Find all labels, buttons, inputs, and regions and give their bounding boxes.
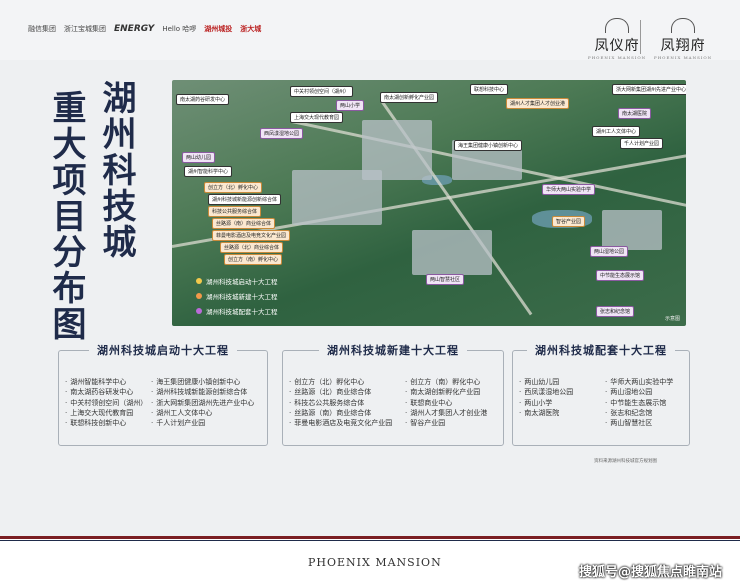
map-label: 丝路源（北）商业综合体 <box>220 242 284 253</box>
urban-area <box>412 230 492 275</box>
brand-divider <box>640 20 641 54</box>
map-label: 中关村领创空间（湖州） <box>290 86 354 97</box>
brand-logo-fengyi: 凤仪府 PHOENIX MANSION <box>588 18 646 60</box>
legend-dot-icon <box>196 308 202 314</box>
map-label: 联想科技中心 <box>470 84 509 95</box>
legend-item: 湖州科技城新建十大工程 <box>196 291 278 301</box>
list-item: 科技芯公共服务综合体 <box>289 398 392 408</box>
list-item: 丝路源（南）商业综合体 <box>289 408 392 418</box>
list-item: 海王集团健康小镇创新中心 <box>151 377 254 387</box>
list-item: 中节能生态展示馆 <box>605 398 673 408</box>
list-item: 两山幼儿园 <box>519 377 573 387</box>
watermark: 搜狐号@搜狐焦点睢南站 <box>578 565 722 580</box>
partner-logo: ENERGY <box>114 24 155 34</box>
legend-item: 湖州科技城配套十大工程 <box>196 306 278 316</box>
map-label: 两山小学 <box>336 100 365 111</box>
list-item: 创立方（南）孵化中心 <box>405 377 487 387</box>
partner-logo: 融信集团 <box>28 25 56 33</box>
map-label: 两山智慧社区 <box>426 274 465 285</box>
map-label: 华师大两山实验中学 <box>542 184 596 195</box>
map-label: 湖州科技城新能源创新综合体 <box>208 194 282 205</box>
list-item: 两山小学 <box>519 398 573 408</box>
list-column: 创立方（北）孵化中心 丝路源（北）商业综合体 科技芯公共服务综合体 丝路源（南）… <box>289 377 392 428</box>
list-item: 两山湿地公园 <box>605 387 673 397</box>
map-label: 千人计划产业园 <box>620 138 664 149</box>
list-column: 两山幼儿园 西凤漾湿地公园 两山小学 南太湖医院 <box>519 377 573 418</box>
list-item: 湖州工人文体中心 <box>151 408 254 418</box>
list-item: 智谷产业园 <box>405 418 487 428</box>
footer-divider <box>0 536 740 539</box>
list-item: 丝路源（北）商业综合体 <box>289 387 392 397</box>
map-label: 湖州智能科学中心 <box>184 166 233 177</box>
partner-logo: Hello 哈啰 <box>162 25 197 33</box>
map-label: 创立方（北）孵化中心 <box>204 182 263 193</box>
list-item: 湖州科技城新能源创新综合体 <box>151 387 254 397</box>
list-item: 联想科技创新中心 <box>65 418 147 428</box>
list-box-launch: 湖州科技城启动十大工程 湖州智能科学中心 南太湖药谷研发中心 中关村领创空间（湖… <box>58 342 268 446</box>
list-item: 南太湖医院 <box>519 408 573 418</box>
list-item: 千人计划产业园 <box>151 418 254 428</box>
map-legend: 湖州科技城启动十大工程 湖州科技城新建十大工程 湖州科技城配套十大工程 <box>196 276 278 321</box>
map-label: 中节能生态展示馆 <box>596 270 645 281</box>
brand-logo-fengxiang: 凤翔府 PHOENIX MANSION <box>654 18 712 60</box>
list-item: 中关村领创空间（湖州） <box>65 398 147 408</box>
footer-divider <box>0 540 740 541</box>
map-label: 科技公共服务综合体 <box>208 206 262 217</box>
map-label: 南太湖药谷研发中心 <box>176 94 230 105</box>
list-box-title: 湖州科技城启动十大工程 <box>89 342 237 358</box>
map-note: 示意图 <box>664 316 680 322</box>
list-box-title: 湖州科技城新建十大工程 <box>319 342 467 358</box>
map-label: 海王集团健康小镇创新中心 <box>454 140 523 151</box>
map-label: 浙大网新集团湖州先进产业中心 <box>612 84 686 95</box>
list-item: 湖州人才集团人才创业港 <box>405 408 487 418</box>
list-item: 湖州智能科学中心 <box>65 377 147 387</box>
list-column: 创立方（南）孵化中心 南太湖创新孵化产业园 联想商业中心 湖州人才集团人才创业港… <box>405 377 487 428</box>
map-label: 南太湖医院 <box>618 108 652 119</box>
list-box-support: 湖州科技城配套十大工程 两山幼儿园 西凤漾湿地公园 两山小学 南太湖医院 华师大… <box>512 342 690 446</box>
partner-logos: 融信集团 浙江宝城集团 ENERGY Hello 哈啰 湖州城投 浙大城 <box>28 24 261 34</box>
list-item: 菲曼电影酒店及电竞文化产业园 <box>289 418 392 428</box>
map-label: 创立方（南）孵化中心 <box>224 254 283 265</box>
map-label: 南太湖创新孵化产业园 <box>380 92 439 103</box>
title-line-2: 重大项目分布图 <box>46 90 87 342</box>
map-label: 丝路源（南）商业综合体 <box>212 218 276 229</box>
map-label: 湖州工人文体中心 <box>592 126 641 137</box>
list-column: 海王集团健康小镇创新中心 湖州科技城新能源创新综合体 浙大网新集团湖州先进产业中… <box>151 377 254 428</box>
map-label: 上海交大现代教育园 <box>290 112 344 123</box>
brand-mark-icon <box>605 18 630 33</box>
list-item: 两山智慧社区 <box>605 418 673 428</box>
partner-logo: 湖州城投 <box>204 25 233 33</box>
legend-dot-icon <box>196 278 202 284</box>
map-label: 两山幼儿园 <box>182 152 216 163</box>
list-box-title: 湖州科技城配套十大工程 <box>527 342 675 358</box>
source-footnote: 资料来源湖州科技城官方规划图 <box>594 459 657 464</box>
map-label: 两山湿地公园 <box>590 246 629 257</box>
list-item: 联想商业中心 <box>405 398 487 408</box>
list-item: 南太湖创新孵化产业园 <box>405 387 487 397</box>
list-column: 湖州智能科学中心 南太湖药谷研发中心 中关村领创空间（湖州） 上海交大现代教育园… <box>65 377 147 428</box>
brand-mark-icon <box>671 18 696 33</box>
list-item: 南太湖药谷研发中心 <box>65 387 147 397</box>
partner-logo: 浙大城 <box>240 25 262 33</box>
urban-area <box>602 210 662 250</box>
map-label: 菲曼电影酒店及电竞文化产业园 <box>212 230 291 241</box>
urban-area <box>292 170 382 225</box>
map-label: 张志和纪念馆 <box>596 306 635 317</box>
list-item: 上海交大现代教育园 <box>65 408 147 418</box>
list-item: 华师大两山实验中学 <box>605 377 673 387</box>
partner-logo: 浙江宝城集团 <box>64 25 106 33</box>
footer-brand: PHOENIX MANSION <box>308 556 442 569</box>
list-box-new: 湖州科技城新建十大工程 创立方（北）孵化中心 丝路源（北）商业综合体 科技芯公共… <box>282 342 504 446</box>
map-label: 西凤漾湿地公园 <box>260 128 304 139</box>
legend-dot-icon <box>196 293 202 299</box>
list-column: 华师大两山实验中学 两山湿地公园 中节能生态展示馆 张志和纪念馆 两山智慧社区 <box>605 377 673 428</box>
list-item: 浙大网新集团湖州先进产业中心 <box>151 398 254 408</box>
title-line-1: 湖州科技城 <box>96 80 137 260</box>
list-item: 张志和纪念馆 <box>605 408 673 418</box>
list-item: 创立方（北）孵化中心 <box>289 377 392 387</box>
map-label: 湖州人才集团人才创业港 <box>506 98 570 109</box>
legend-item: 湖州科技城启动十大工程 <box>196 276 278 286</box>
map-label: 智谷产业园 <box>552 216 586 227</box>
list-item: 西凤漾湿地公园 <box>519 387 573 397</box>
